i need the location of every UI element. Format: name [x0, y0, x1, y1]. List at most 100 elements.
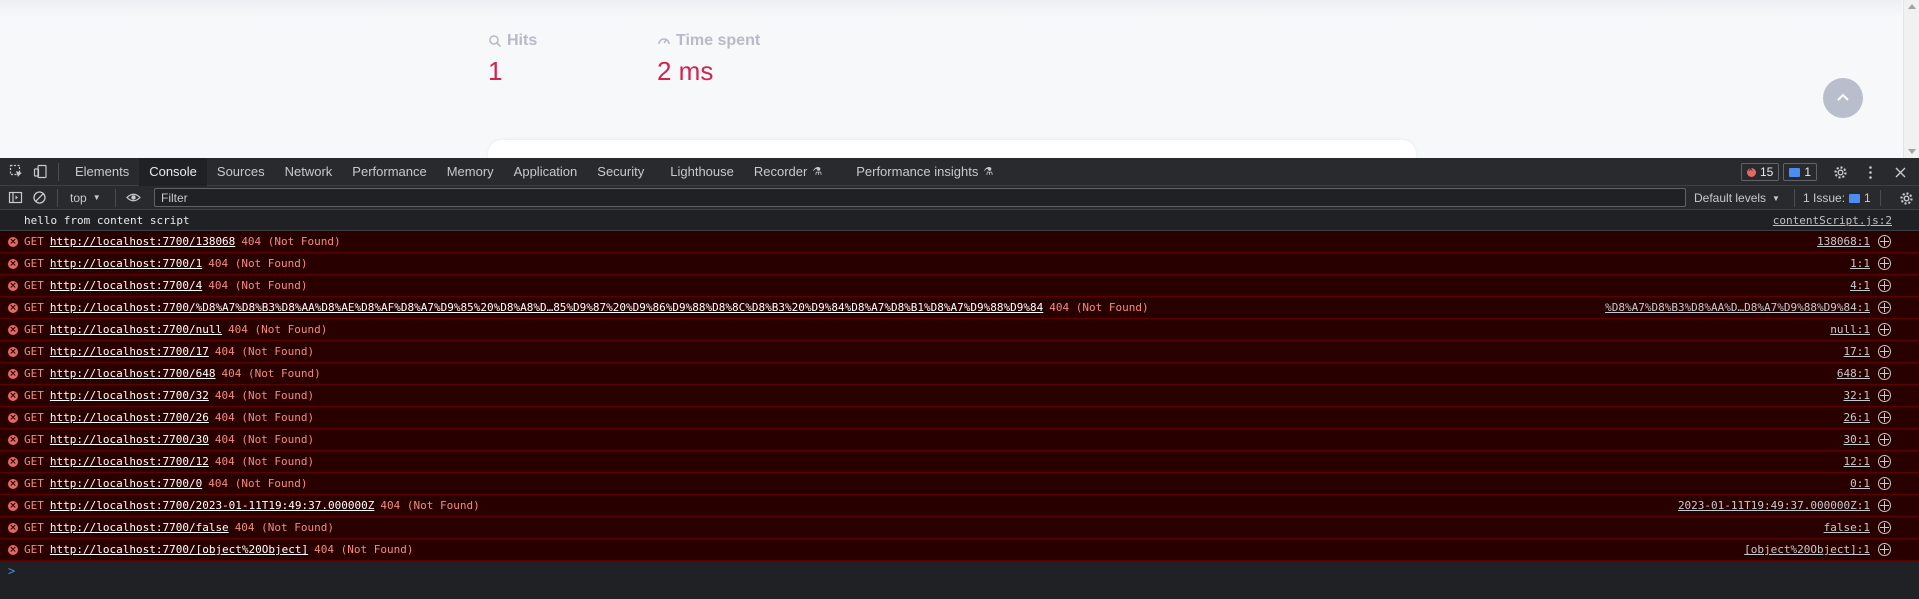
gauge-icon	[658, 38, 670, 45]
network-request-icon[interactable]	[1878, 389, 1891, 402]
console-prompt[interactable]: >	[0, 561, 1919, 581]
tab-lighthouse[interactable]: Lighthouse	[660, 158, 744, 186]
network-request-icon[interactable]	[1878, 301, 1891, 314]
request-status: 404 (Not Found)	[1049, 301, 1149, 314]
sidebar-toggle-icon[interactable]	[3, 186, 27, 210]
tab-memory[interactable]: Memory	[437, 158, 504, 186]
tab-performance-insights[interactable]: Performance insights ⚗	[846, 158, 1003, 186]
network-request-icon[interactable]	[1878, 257, 1891, 270]
source-link[interactable]: 30:1	[1844, 433, 1871, 446]
filter-input[interactable]	[154, 188, 1686, 207]
devtools-panel: Elements Console Sources Network Perform…	[0, 157, 1919, 599]
request-url-link[interactable]: http://localhost:7700/12	[50, 455, 209, 468]
tab-recorder[interactable]: Recorder ⚗	[744, 158, 832, 186]
scroll-down-arrow-icon[interactable]	[1908, 149, 1916, 154]
clear-console-icon[interactable]	[27, 186, 51, 210]
time-spent-stat: Time spent 2 ms	[657, 32, 760, 87]
source-link[interactable]: 4:1	[1850, 279, 1870, 292]
request-method: GET	[24, 389, 44, 402]
request-url-link[interactable]: http://localhost:7700/null	[50, 323, 222, 336]
issues-button[interactable]: 1 Issue: 1	[1794, 189, 1871, 207]
tab-elements[interactable]: Elements	[65, 158, 139, 186]
source-link[interactable]: 26:1	[1844, 411, 1871, 424]
network-request-icon[interactable]	[1878, 521, 1891, 534]
device-toolbar-icon[interactable]	[28, 158, 52, 186]
web-page: Hits 1 Time spent 2 ms	[0, 0, 1919, 158]
console-output: hello from content script contentScript.…	[0, 211, 1919, 599]
log-levels-dropdown[interactable]: Default levels ▼	[1694, 186, 1780, 210]
error-icon: ×	[8, 346, 18, 357]
error-icon: ×	[8, 456, 18, 467]
network-request-icon[interactable]	[1878, 411, 1891, 424]
request-url-link[interactable]: http://localhost:7700/4	[50, 279, 202, 292]
request-url-link[interactable]: http://localhost:7700/648	[50, 367, 216, 380]
request-status: 404 (Not Found)	[208, 257, 308, 270]
source-link[interactable]: 17:1	[1844, 345, 1871, 358]
prompt-chevron-icon: >	[8, 564, 16, 578]
scroll-up-arrow-icon[interactable]	[1908, 4, 1916, 9]
source-link[interactable]: 1:1	[1850, 257, 1870, 270]
message-count-badge[interactable]: 1	[1783, 163, 1817, 181]
network-request-icon[interactable]	[1878, 455, 1891, 468]
source-link[interactable]: 0:1	[1850, 477, 1870, 490]
error-icon: ×	[8, 412, 18, 423]
request-url-link[interactable]: http://localhost:7700/false	[50, 521, 229, 534]
console-settings-gear-icon[interactable]	[1893, 186, 1919, 210]
tab-performance[interactable]: Performance	[342, 158, 436, 186]
scroll-to-top-button[interactable]	[1823, 78, 1863, 118]
more-options-icon[interactable]	[1857, 158, 1883, 186]
network-request-icon[interactable]	[1878, 345, 1891, 358]
hits-label: Hits	[507, 32, 538, 49]
settings-gear-icon[interactable]	[1827, 158, 1853, 186]
source-link[interactable]: 2023-01-11T19:49:37.000000Z:1	[1678, 499, 1870, 512]
context-selector[interactable]: top ▼	[64, 191, 109, 205]
request-url-link[interactable]: http://localhost:7700/%D8%A7%D8%B3%D8%AA…	[50, 301, 1043, 314]
request-url-link[interactable]: http://localhost:7700/2023-01-11T19:49:3…	[50, 499, 375, 512]
request-method: GET	[24, 235, 44, 248]
request-url-link[interactable]: http://localhost:7700/1	[50, 257, 202, 270]
request-url-link[interactable]: http://localhost:7700/30	[50, 433, 209, 446]
source-link[interactable]: 12:1	[1844, 455, 1871, 468]
tab-security[interactable]: Security	[587, 158, 654, 186]
log-source-link[interactable]: contentScript.js:2	[1773, 214, 1892, 227]
eye-icon[interactable]	[122, 186, 146, 210]
error-count-badge[interactable]: 15	[1740, 163, 1780, 181]
page-scrollbar[interactable]	[1903, 0, 1919, 158]
tab-console[interactable]: Console	[139, 157, 207, 186]
network-request-icon[interactable]	[1878, 323, 1891, 336]
source-link[interactable]: null:1	[1830, 323, 1870, 336]
network-request-icon[interactable]	[1878, 477, 1891, 490]
request-status: 404 (Not Found)	[241, 235, 341, 248]
request-url-link[interactable]: http://localhost:7700/32	[50, 389, 209, 402]
error-icon: ×	[8, 500, 18, 511]
error-icon	[1746, 164, 1756, 177]
request-url-link[interactable]: http://localhost:7700/138068	[50, 235, 235, 248]
error-icon: ×	[8, 522, 18, 533]
network-request-icon[interactable]	[1878, 499, 1891, 512]
network-request-icon[interactable]	[1878, 543, 1891, 556]
source-link[interactable]: 32:1	[1844, 389, 1871, 402]
inspect-element-icon[interactable]	[4, 158, 28, 186]
source-link[interactable]: 138068:1	[1817, 235, 1870, 248]
close-devtools-icon[interactable]	[1887, 158, 1913, 186]
source-link[interactable]: %D8%A7%D8%B3%D8%AA%D…D8%A7%D9%88%D9%84:1	[1605, 301, 1870, 314]
source-link[interactable]: false:1	[1824, 521, 1870, 534]
tab-application[interactable]: Application	[504, 158, 588, 186]
network-request-icon[interactable]	[1878, 279, 1891, 292]
request-url-link[interactable]: http://localhost:7700/0	[50, 477, 202, 490]
source-link[interactable]: 648:1	[1837, 367, 1870, 380]
source-link[interactable]: [object%20Object]:1	[1744, 543, 1870, 556]
network-request-icon[interactable]	[1878, 367, 1891, 380]
error-row: × GET http://localhost:7700/4 404 (Not Foun…	[0, 275, 1919, 297]
tab-sources[interactable]: Sources	[207, 158, 275, 186]
request-url-link[interactable]: http://localhost:7700/26	[50, 411, 209, 424]
network-request-icon[interactable]	[1878, 235, 1891, 248]
request-url-link[interactable]: http://localhost:7700/[object%20Object]	[50, 543, 308, 556]
request-method: GET	[24, 279, 44, 292]
error-row: × GET http://localhost:7700/138068 404 (Not…	[0, 231, 1919, 253]
tab-network[interactable]: Network	[275, 158, 343, 186]
request-method: GET	[24, 477, 44, 490]
network-request-icon[interactable]	[1878, 433, 1891, 446]
error-list: × GET http://localhost:7700/138068 404 (Not…	[0, 231, 1919, 561]
request-url-link[interactable]: http://localhost:7700/17	[50, 345, 209, 358]
